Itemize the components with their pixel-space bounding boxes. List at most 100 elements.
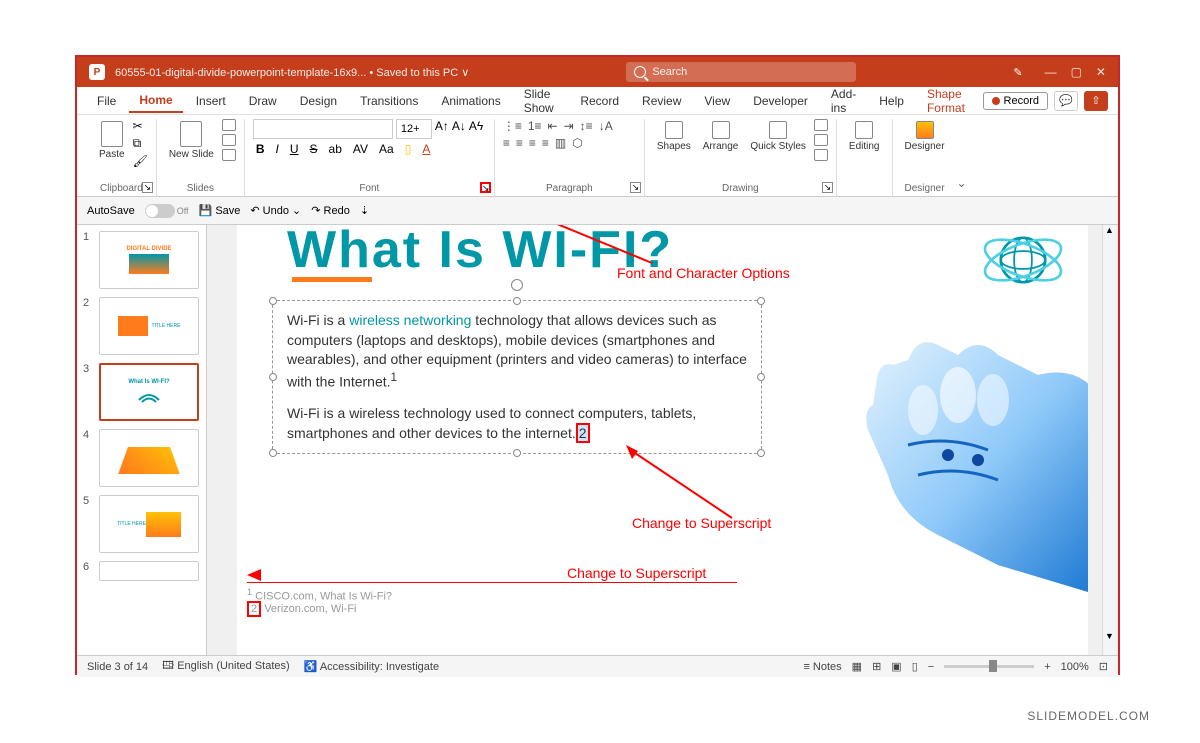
increase-font-icon[interactable]: A↑ bbox=[435, 119, 449, 139]
strike-button[interactable]: S bbox=[307, 141, 321, 157]
resize-handle-tm[interactable] bbox=[513, 297, 521, 305]
bold-button[interactable]: B bbox=[253, 141, 268, 157]
shapes-button[interactable]: Shapes bbox=[653, 119, 695, 154]
paragraph-launcher[interactable]: ↘ bbox=[630, 182, 641, 193]
resize-handle-rm[interactable] bbox=[757, 373, 765, 381]
thumbnail-1[interactable]: DIGITAL DIVIDE bbox=[99, 231, 199, 289]
align-left-icon[interactable]: ≡ bbox=[503, 136, 510, 150]
highlight-button[interactable]: ▯ bbox=[402, 141, 415, 157]
text-direction-icon[interactable]: ↓A bbox=[599, 119, 613, 133]
zoom-in-button[interactable]: + bbox=[1044, 661, 1050, 673]
close-button[interactable]: ✕ bbox=[1096, 65, 1106, 79]
undo-button[interactable]: ↶ Undo ⌄ bbox=[250, 204, 301, 217]
redo-button[interactable]: ↷ Redo bbox=[311, 204, 350, 217]
resize-handle-tl[interactable] bbox=[269, 297, 277, 305]
decrease-font-icon[interactable]: A↓ bbox=[452, 119, 466, 139]
columns-icon[interactable]: ▥ bbox=[555, 136, 566, 150]
autosave-toggle[interactable] bbox=[145, 204, 175, 218]
tab-developer[interactable]: Developer bbox=[743, 90, 818, 112]
shape-outline-icon[interactable] bbox=[814, 134, 828, 146]
slide-title[interactable]: What Is WI-FI? bbox=[287, 225, 673, 280]
new-slide-button[interactable]: New Slide bbox=[165, 119, 218, 162]
notes-button[interactable]: ≡ Notes bbox=[803, 661, 841, 673]
tab-review[interactable]: Review bbox=[632, 90, 691, 112]
section-icon[interactable] bbox=[222, 149, 236, 161]
selected-text-2[interactable]: 2 bbox=[576, 423, 590, 443]
resize-handle-tr[interactable] bbox=[757, 297, 765, 305]
rotate-handle[interactable] bbox=[511, 279, 523, 291]
arrange-button[interactable]: Arrange bbox=[699, 119, 743, 154]
collapse-ribbon-icon[interactable]: ⌄ bbox=[957, 176, 967, 190]
zoom-slider[interactable] bbox=[944, 665, 1034, 668]
paragraph-2[interactable]: Wi-Fi is a wireless technology used to c… bbox=[287, 404, 747, 443]
clear-format-icon[interactable]: Aϟ bbox=[469, 119, 483, 139]
smartart-icon[interactable]: ⬡ bbox=[572, 136, 582, 150]
tab-file[interactable]: File bbox=[87, 90, 126, 112]
indent-right-icon[interactable]: ⇥ bbox=[564, 119, 574, 133]
footnotes[interactable]: 1 CISCO.com, What Is Wi-Fi? 2 Verizon.co… bbox=[247, 587, 392, 615]
slide-editor[interactable]: What Is WI-FI? Wi-Fi is bbox=[207, 225, 1118, 655]
thumbnail-6[interactable] bbox=[99, 561, 199, 581]
maximize-button[interactable]: ▢ bbox=[1071, 65, 1082, 79]
numbering-icon[interactable]: 1≡ bbox=[528, 119, 542, 133]
thumbnail-4[interactable] bbox=[99, 429, 199, 487]
resize-handle-bl[interactable] bbox=[269, 449, 277, 457]
spacing-button[interactable]: AV bbox=[350, 141, 371, 157]
tab-transitions[interactable]: Transitions bbox=[350, 90, 428, 112]
font-dialog-launcher[interactable]: ↘ bbox=[480, 182, 491, 193]
tab-view[interactable]: View bbox=[694, 90, 740, 112]
view-sorter-icon[interactable]: ⊞ bbox=[872, 660, 881, 673]
minimize-button[interactable]: — bbox=[1045, 65, 1057, 79]
fit-window-icon[interactable]: ⊡ bbox=[1099, 660, 1108, 673]
tab-help[interactable]: Help bbox=[869, 90, 914, 112]
tab-slideshow[interactable]: Slide Show bbox=[514, 83, 568, 119]
tab-animations[interactable]: Animations bbox=[431, 90, 510, 112]
thumbnail-5[interactable]: TITLE HERE bbox=[99, 495, 199, 553]
accessibility-status[interactable]: ♿ Accessibility: Investigate bbox=[304, 660, 439, 673]
tab-draw[interactable]: Draw bbox=[239, 90, 287, 112]
quick-styles-button[interactable]: Quick Styles bbox=[746, 119, 810, 154]
italic-button[interactable]: I bbox=[273, 141, 282, 157]
paste-button[interactable]: Paste bbox=[95, 119, 129, 162]
layout-icon[interactable] bbox=[222, 119, 236, 131]
search-box[interactable]: Search bbox=[626, 62, 856, 82]
language-status[interactable]: 🖽 English (United States) bbox=[162, 657, 290, 676]
tab-shape-format[interactable]: Shape Format bbox=[917, 83, 980, 119]
qat-more[interactable]: ⇣ bbox=[360, 204, 369, 217]
bullets-icon[interactable]: ⋮≡ bbox=[503, 119, 522, 133]
save-button[interactable]: 💾 Save bbox=[199, 204, 241, 217]
shape-effects-icon[interactable] bbox=[814, 149, 828, 161]
underline-button[interactable]: U bbox=[287, 141, 302, 157]
slide-counter[interactable]: Slide 3 of 14 bbox=[87, 661, 148, 673]
designer-button[interactable]: Designer bbox=[901, 119, 949, 154]
indent-left-icon[interactable]: ⇤ bbox=[548, 119, 558, 133]
shadow-button[interactable]: ab bbox=[326, 141, 345, 157]
resize-handle-lm[interactable] bbox=[269, 373, 277, 381]
view-normal-icon[interactable]: ▦ bbox=[852, 660, 862, 673]
reset-icon[interactable] bbox=[222, 134, 236, 146]
view-slideshow-icon[interactable]: ▯ bbox=[912, 660, 918, 673]
tab-addins[interactable]: Add-ins bbox=[821, 83, 866, 119]
view-reading-icon[interactable]: ▣ bbox=[891, 660, 901, 673]
link-wireless-networking[interactable]: wireless networking bbox=[349, 312, 471, 328]
resize-handle-bm[interactable] bbox=[513, 449, 521, 457]
zoom-out-button[interactable]: − bbox=[928, 661, 934, 673]
align-center-icon[interactable]: ≡ bbox=[516, 136, 523, 150]
clipboard-launcher[interactable]: ↘ bbox=[142, 182, 153, 193]
content-textbox[interactable]: Wi-Fi is a wireless networking technolog… bbox=[272, 300, 762, 454]
align-right-icon[interactable]: ≡ bbox=[529, 136, 536, 150]
tab-record[interactable]: Record bbox=[570, 90, 629, 112]
thumbnail-3[interactable]: What Is WI-FI? bbox=[99, 363, 199, 421]
drawing-launcher[interactable]: ↘ bbox=[822, 182, 833, 193]
font-color-button[interactable]: A bbox=[419, 141, 433, 157]
tab-design[interactable]: Design bbox=[290, 90, 347, 112]
zoom-level[interactable]: 100% bbox=[1061, 661, 1089, 673]
share-button[interactable]: ⇧ bbox=[1084, 91, 1108, 111]
resize-handle-br[interactable] bbox=[757, 449, 765, 457]
line-spacing-icon[interactable]: ↕≡ bbox=[580, 119, 593, 133]
shape-fill-icon[interactable] bbox=[814, 119, 828, 131]
editing-button[interactable]: Editing bbox=[845, 119, 884, 154]
paragraph-1[interactable]: Wi-Fi is a wireless networking technolog… bbox=[287, 311, 747, 392]
comments-button[interactable]: 💬 bbox=[1054, 91, 1078, 111]
format-painter-icon[interactable]: 🖌 bbox=[133, 154, 148, 168]
